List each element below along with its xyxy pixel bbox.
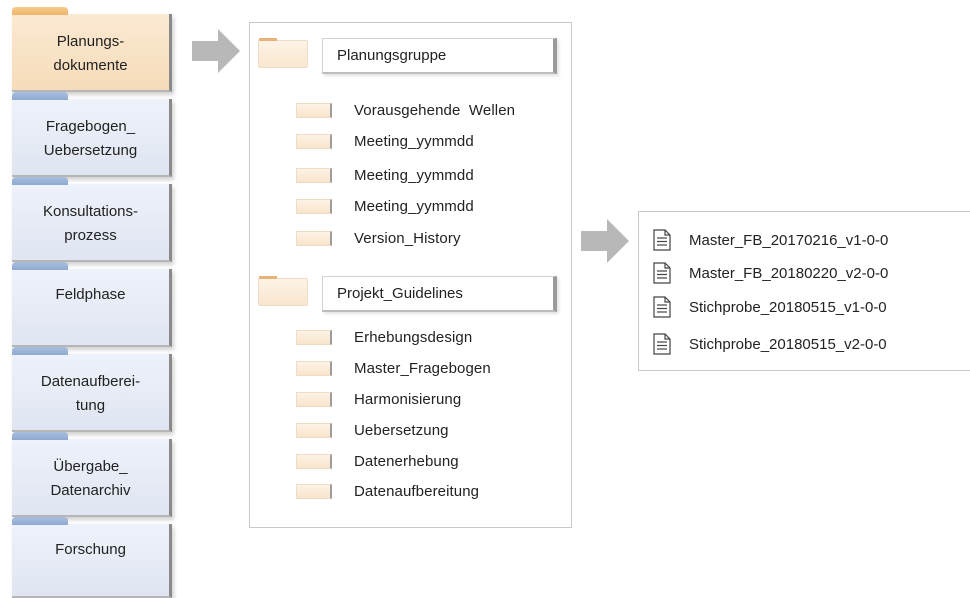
folder-tab xyxy=(12,262,68,270)
document-icon xyxy=(653,296,671,318)
nav-card-konsultationsprozess[interactable]: Konsultations- prozess xyxy=(12,177,172,262)
folder-tab xyxy=(12,517,68,525)
nav-label: Feldphase xyxy=(55,286,126,303)
folder-tab xyxy=(12,432,68,440)
folder-tab xyxy=(12,177,68,185)
nav-label: Übergabe_ Datenarchiv xyxy=(50,458,131,499)
folder-label: Meeting_yymmdd xyxy=(354,197,474,215)
folder-icon xyxy=(296,360,332,376)
folder-icon xyxy=(296,167,332,183)
document-icon xyxy=(653,262,671,284)
folder-item[interactable]: Master_Fragebogen xyxy=(296,356,491,380)
folder-item[interactable]: Meeting_yymmdd xyxy=(296,163,474,187)
folder-label: Version_History xyxy=(354,229,461,247)
nav-card-planungsdokumente[interactable]: Planungs- dokumente xyxy=(12,7,172,92)
folder-item[interactable]: Version_History xyxy=(296,226,461,250)
file-name: Stichprobe_20180515_v1-0-0 xyxy=(689,298,887,316)
right-arrow-icon xyxy=(581,219,629,263)
group-folder-icon xyxy=(258,276,308,306)
folder-item[interactable]: Datenaufbereitung xyxy=(296,479,479,503)
folder-icon xyxy=(296,230,332,246)
folder-tab xyxy=(12,347,68,355)
nav-card-fragebogen-uebersetzung[interactable]: Fragebogen_ Uebersetzung xyxy=(12,92,172,177)
nav-card-datenaufbereitung[interactable]: Datenaufberei- tung xyxy=(12,347,172,432)
folder-tab xyxy=(12,7,68,15)
folder-item[interactable]: Meeting_yymmdd xyxy=(296,129,474,153)
nav-card-uebergabe-datenarchiv[interactable]: Übergabe_ Datenarchiv xyxy=(12,432,172,517)
folder-label: Uebersetzung xyxy=(354,421,449,439)
folder-label: Vorausgehende Wellen xyxy=(354,101,516,119)
group-folder-icon xyxy=(258,38,308,68)
nav-label: Datenaufberei- tung xyxy=(40,373,141,414)
folder-label: Datenerhebung xyxy=(354,452,459,470)
folder-icon xyxy=(296,133,332,149)
folder-item[interactable]: Datenerhebung xyxy=(296,449,459,473)
file-panel: Master_FB_20170216_v1-0-0 Master_FB_2018… xyxy=(638,211,970,371)
nav-label: Fragebogen_ Uebersetzung xyxy=(43,118,138,159)
folder-label: Datenaufbereitung xyxy=(354,482,480,500)
nav-card-forschung[interactable]: Forschung xyxy=(12,517,172,598)
folder-label: Master_Fragebogen xyxy=(354,359,491,377)
nav-label: Konsultations- prozess xyxy=(42,203,139,244)
file-item[interactable]: Stichprobe_20180515_v2-0-0 xyxy=(653,329,887,359)
group-header-planungsgruppe[interactable]: Planungsgruppe xyxy=(322,38,557,74)
nav-card-feldphase[interactable]: Feldphase xyxy=(12,262,172,347)
folder-item[interactable]: Harmonisierung xyxy=(296,387,461,411)
nav-label: Planungs- dokumente xyxy=(53,33,128,74)
folder-icon xyxy=(296,453,332,469)
folder-label: Meeting_yymmdd xyxy=(354,166,474,184)
folder-panel: Planungsgruppe Vorausgehende Wellen Meet… xyxy=(249,22,572,528)
folder-label: Meeting_yymmdd xyxy=(354,132,474,150)
group-header-projekt-guidelines[interactable]: Projekt_Guidelines xyxy=(322,276,557,312)
folder-tab xyxy=(12,92,68,100)
file-item[interactable]: Master_FB_20170216_v1-0-0 xyxy=(653,225,888,255)
right-arrow-icon xyxy=(192,29,240,73)
folder-item[interactable]: Uebersetzung xyxy=(296,418,449,442)
file-item[interactable]: Stichprobe_20180515_v1-0-0 xyxy=(653,292,887,322)
file-name: Master_FB_20180220_v2-0-0 xyxy=(689,264,889,282)
file-item[interactable]: Master_FB_20180220_v2-0-0 xyxy=(653,258,888,288)
folder-item[interactable]: Vorausgehende Wellen xyxy=(296,98,515,122)
file-name: Master_FB_20170216_v1-0-0 xyxy=(689,231,889,249)
document-icon xyxy=(653,333,671,355)
folder-icon xyxy=(296,329,332,345)
group-title: Planungsgruppe xyxy=(337,47,447,64)
folder-label: Harmonisierung xyxy=(354,390,462,408)
folder-label: Erhebungsdesign xyxy=(354,328,473,346)
folder-item[interactable]: Erhebungsdesign xyxy=(296,325,472,349)
folder-icon xyxy=(296,391,332,407)
folder-icon xyxy=(296,198,332,214)
nav-label: Forschung xyxy=(55,541,126,558)
folder-item[interactable]: Meeting_yymmdd xyxy=(296,194,474,218)
folder-icon xyxy=(296,422,332,438)
folder-icon xyxy=(296,102,332,118)
document-icon xyxy=(653,229,671,251)
group-title: Projekt_Guidelines xyxy=(337,285,463,302)
file-name: Stichprobe_20180515_v2-0-0 xyxy=(689,335,887,353)
folder-icon xyxy=(296,483,332,499)
